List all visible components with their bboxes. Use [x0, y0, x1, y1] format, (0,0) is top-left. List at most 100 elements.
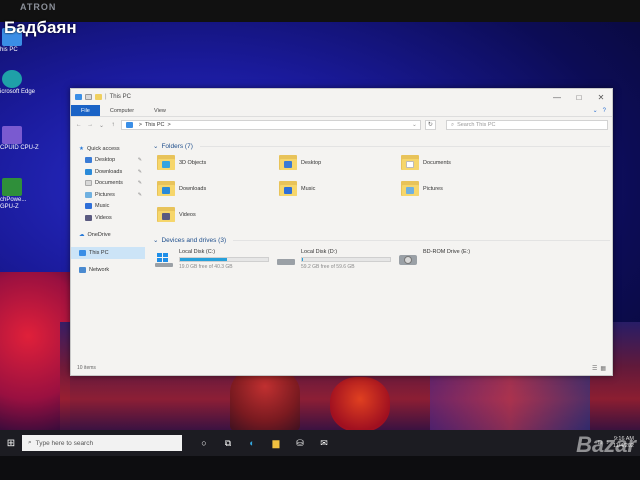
task-view-icon[interactable]: ⧉ [216, 430, 240, 456]
nav-pictures[interactable]: Pictures ✎ [71, 189, 145, 201]
computer-icon [75, 94, 82, 100]
nav-network[interactable]: Network [71, 265, 145, 277]
collapse-chevron-icon: ⌄ [153, 237, 159, 244]
address-dropdown-icon[interactable]: ⌄ [412, 122, 420, 128]
nav-this-pc[interactable]: This PC [71, 247, 145, 259]
folder-label: Desktop [301, 159, 322, 166]
nav-videos[interactable]: Videos [71, 212, 145, 224]
breadcrumb-this-pc[interactable]: This PC [145, 122, 165, 128]
desktop-folder-icon [85, 157, 92, 164]
ribbon-tabs: File Computer View ⌄ ? [71, 105, 612, 117]
nav-music[interactable]: Music [71, 201, 145, 213]
drive-free-space: 59.2 GB free of 59.6 GB [301, 264, 355, 270]
desktop-icon-gpuz[interactable]: chPowe... GPU-Z [0, 178, 40, 211]
mail-icon[interactable]: ✉ [312, 430, 336, 456]
details-view-icon[interactable]: ☰ [592, 365, 597, 372]
nav-documents[interactable]: Documents ✎ [71, 178, 145, 190]
drive-label: Local Disk (C:) [179, 249, 216, 255]
windows-start-icon[interactable]: ⊞ [0, 438, 22, 449]
close-button[interactable]: ✕ [590, 93, 612, 102]
nav-onedrive[interactable]: ☁ OneDrive [71, 230, 145, 242]
recent-locations-icon[interactable]: ⌄ [98, 122, 105, 129]
search-box[interactable]: ⌕ Search This PC [445, 120, 608, 130]
nav-quick-access[interactable]: ★ Quick access [71, 143, 145, 155]
nav-label: This PC [89, 249, 109, 256]
cpuz-icon [2, 126, 22, 144]
nav-label: Pictures [95, 191, 115, 198]
drive-e[interactable]: BD-ROM Drive (E:) [399, 249, 470, 267]
pin-icon: ✎ [137, 180, 142, 187]
monitor-bezel-top: ATRON [0, 0, 640, 22]
tab-view[interactable]: View [144, 105, 176, 116]
expand-ribbon-icon[interactable]: ⌄ [593, 107, 598, 114]
folder-icon [157, 207, 175, 222]
folder-label: Documents [423, 159, 451, 166]
search-icon: ⌕ [450, 121, 455, 128]
desktop-icon-label: CPUID CPU-Z [0, 145, 39, 151]
collapse-chevron-icon: ⌄ [153, 143, 159, 150]
tab-computer[interactable]: Computer [100, 105, 144, 116]
drive-label: BD-ROM Drive (E:) [423, 249, 471, 255]
drives-group-header[interactable]: ⌄ Devices and drives (3) [153, 235, 612, 245]
folder-desktop[interactable]: Desktop [279, 155, 321, 170]
downloads-folder-icon [85, 168, 92, 175]
folder-pictures[interactable]: Pictures [401, 181, 443, 196]
tab-file[interactable]: File [71, 105, 100, 116]
drive-usage-bar [301, 257, 391, 262]
nav-label: Videos [95, 214, 112, 221]
file-explorer-icon[interactable]: ▆ [264, 430, 288, 456]
edge-icon[interactable]: ◐ [240, 430, 264, 456]
address-separator: > [167, 122, 171, 128]
address-separator: > [138, 122, 142, 128]
overlay-logo-text: Бадбаян [4, 18, 77, 37]
large-icons-view-icon[interactable]: ▦ [600, 365, 606, 372]
desktop-icon-cpuz[interactable]: CPUID CPU-Z [0, 126, 40, 152]
folder-icon [401, 155, 419, 170]
folder-downloads[interactable]: Downloads [157, 181, 206, 196]
properties-icon[interactable] [85, 94, 92, 100]
forward-button[interactable]: → [86, 122, 93, 128]
new-folder-icon[interactable] [95, 94, 102, 100]
nav-downloads[interactable]: Downloads ✎ [71, 166, 145, 178]
nav-desktop[interactable]: Desktop ✎ [71, 155, 145, 167]
folder-icon [401, 181, 419, 196]
nav-label: Documents [95, 180, 123, 187]
back-button[interactable]: ← [75, 122, 82, 128]
address-bar[interactable]: > This PC > ⌄ [120, 120, 421, 130]
nav-label: Desktop [95, 157, 116, 164]
help-icon[interactable]: ? [603, 108, 606, 114]
nav-label: Music [95, 203, 110, 210]
folder-documents[interactable]: Documents [401, 155, 451, 170]
folder-music[interactable]: Music [279, 181, 315, 196]
computer-icon [79, 249, 86, 256]
taskbar-search[interactable]: ⌕ Type here to search [22, 435, 182, 451]
watermark: Bazar [576, 432, 636, 457]
title-bar[interactable]: | This PC — □ ✕ [71, 89, 612, 105]
hard-drive-icon [277, 253, 297, 267]
folder-videos[interactable]: Videos [157, 207, 196, 222]
desktop-icon-edge[interactable]: icrosoft Edge [0, 70, 40, 96]
pin-icon: ✎ [137, 191, 142, 198]
gpuz-icon [2, 178, 22, 196]
folder-label: Videos [179, 211, 196, 218]
star-icon: ★ [79, 145, 84, 152]
computer-icon [125, 122, 133, 128]
network-icon [79, 267, 86, 274]
maximize-button[interactable]: □ [568, 93, 590, 102]
folders-group-header[interactable]: ⌄ Folders (7) [153, 141, 612, 151]
pictures-folder-icon [85, 191, 92, 198]
drive-usage-bar [179, 257, 269, 262]
drive-c[interactable]: Local Disk (C:) 19.0 GB free of 40.3 GB [155, 249, 269, 270]
store-icon[interactable]: ⛁ [288, 430, 312, 456]
folder-3d-objects[interactable]: 3D Objects [157, 155, 206, 170]
folder-label: Music [301, 185, 316, 192]
drives-grid: Local Disk (C:) 19.0 GB free of 40.3 GB … [153, 245, 612, 285]
drive-d[interactable]: Local Disk (D:) 59.2 GB free of 59.6 GB [277, 249, 391, 270]
refresh-button[interactable]: ↻ [424, 120, 436, 130]
minimize-button[interactable]: — [546, 93, 568, 102]
address-row: ← → ⌄ ↑ > This PC > ⌄ ↻ ⌕ Search This PC [71, 117, 612, 133]
cortana-icon[interactable]: ○ [192, 430, 216, 456]
status-item-count: 10 items [77, 365, 96, 371]
cloud-icon: ☁ [79, 232, 85, 239]
up-button[interactable]: ↑ [109, 122, 116, 128]
